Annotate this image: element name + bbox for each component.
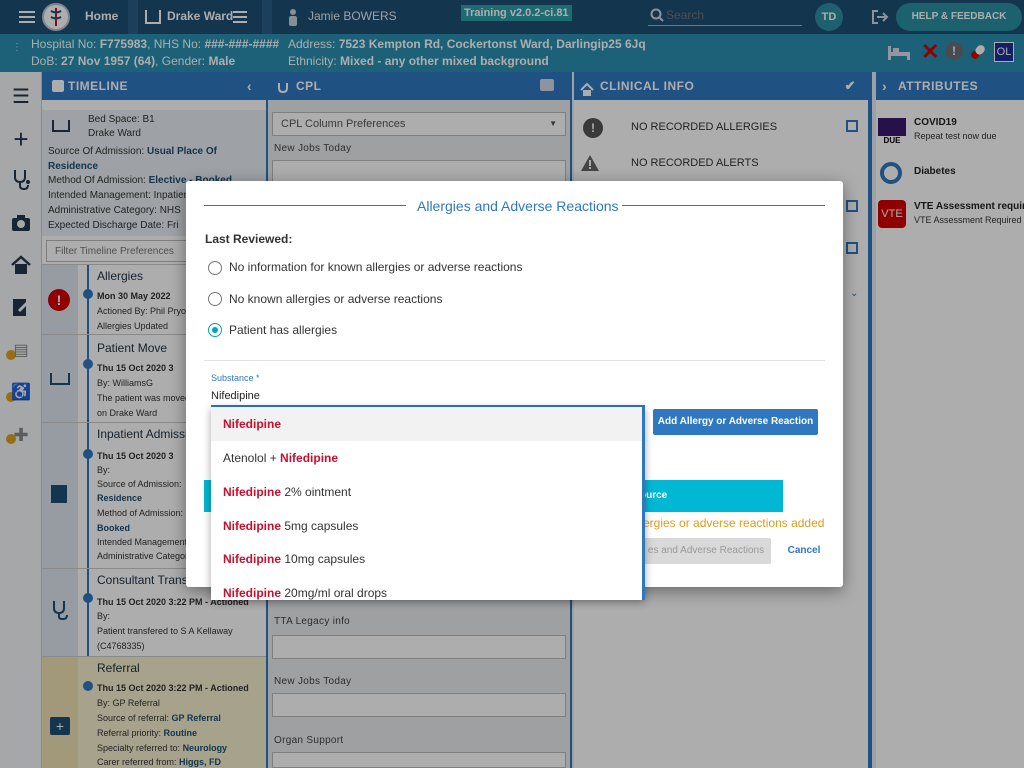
autocomplete-option[interactable]: Nifedipine [211, 407, 643, 441]
radio-no-known-allergies[interactable] [208, 292, 222, 306]
autocomplete-option[interactable]: Nifedipine 10mg capsules [211, 542, 643, 576]
option-suffix: 20mg/ml oral drops [281, 586, 388, 600]
title-rule-right [622, 205, 825, 206]
option-match: Nifedipine [223, 417, 282, 431]
radio-no-information[interactable] [208, 261, 222, 275]
autocomplete-option[interactable]: Atenolol + Nifedipine [211, 441, 643, 475]
option-suffix: 2% ointment [281, 485, 352, 499]
option-match: Nifedipine [223, 485, 282, 499]
radio-has-allergies[interactable] [208, 323, 222, 337]
option-suffix: 5mg capsules [281, 519, 359, 533]
radio-label-no-information[interactable]: No information for known allergies or ad… [229, 260, 522, 274]
add-allergy-button[interactable]: Add Allergy or Adverse Reaction [653, 409, 818, 435]
divider [204, 360, 825, 361]
autocomplete-option[interactable]: Nifedipine 2% ointment [211, 475, 643, 509]
last-reviewed-label: Last Reviewed: [205, 232, 293, 246]
substance-autocomplete-list: Nifedipine Atenolol + Nifedipine Nifedip… [211, 407, 645, 600]
option-match: Nifedipine [223, 552, 282, 566]
substance-input[interactable] [211, 387, 645, 407]
option-match: Nifedipine [223, 586, 282, 600]
save-allergies-button[interactable]: es and Adverse Reactions [641, 538, 771, 564]
substance-label: Substance * [211, 373, 260, 383]
option-match: Nifedipine [223, 519, 282, 533]
radio-label-no-known[interactable]: No known allergies or adverse reactions [229, 292, 442, 306]
autocomplete-option[interactable]: Nifedipine 5mg capsules [211, 509, 643, 543]
save-button-label: es and Adverse Reactions [647, 545, 765, 556]
dropdown-scrollbar[interactable] [642, 407, 645, 600]
option-prefix: Atenolol + [223, 451, 281, 465]
autocomplete-option[interactable]: Nifedipine 20mg/ml oral drops [211, 576, 643, 600]
option-suffix: 10mg capsules [281, 552, 366, 566]
no-allergies-warning: ergies or adverse reactions added [643, 516, 825, 530]
radio-label-has-allergies[interactable]: Patient has allergies [229, 323, 337, 337]
title-rule-left [204, 205, 406, 206]
option-match: Nifedipine [280, 451, 339, 465]
cancel-button[interactable]: Cancel [784, 538, 824, 564]
modal-title: Allergies and Adverse Reactions [417, 198, 619, 214]
